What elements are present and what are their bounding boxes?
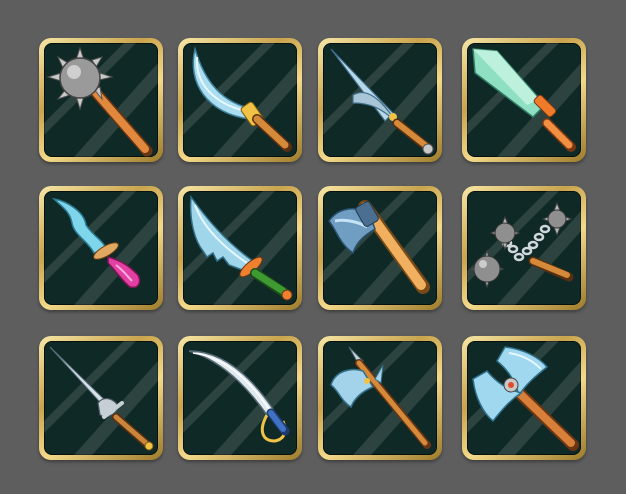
slot-serrated-sword[interactable] xyxy=(178,186,302,310)
slot-flail[interactable] xyxy=(462,186,586,310)
serrated-sword-icon xyxy=(183,191,297,305)
slot-rapier[interactable] xyxy=(39,336,163,460)
dagger-icon xyxy=(323,43,437,157)
slot-saber[interactable] xyxy=(178,336,302,460)
slot-axe[interactable] xyxy=(318,186,442,310)
slot-dagger[interactable] xyxy=(318,38,442,162)
rapier-icon xyxy=(44,341,158,455)
slot-battle-axe[interactable] xyxy=(462,336,586,460)
scimitar-icon xyxy=(183,43,297,157)
flail-icon xyxy=(467,191,581,305)
halberd-icon xyxy=(323,341,437,455)
curved-dagger-icon xyxy=(44,191,158,305)
crystal-sword-icon xyxy=(467,43,581,157)
slot-mace[interactable] xyxy=(39,38,163,162)
saber-icon xyxy=(183,341,297,455)
mace-icon xyxy=(44,43,158,157)
weapon-inventory-grid xyxy=(0,0,626,494)
axe-icon xyxy=(323,191,437,305)
slot-scimitar[interactable] xyxy=(178,38,302,162)
slot-crystal-sword[interactable] xyxy=(462,38,586,162)
slot-halberd[interactable] xyxy=(318,336,442,460)
slot-curved-dagger[interactable] xyxy=(39,186,163,310)
battle-axe-icon xyxy=(467,341,581,455)
